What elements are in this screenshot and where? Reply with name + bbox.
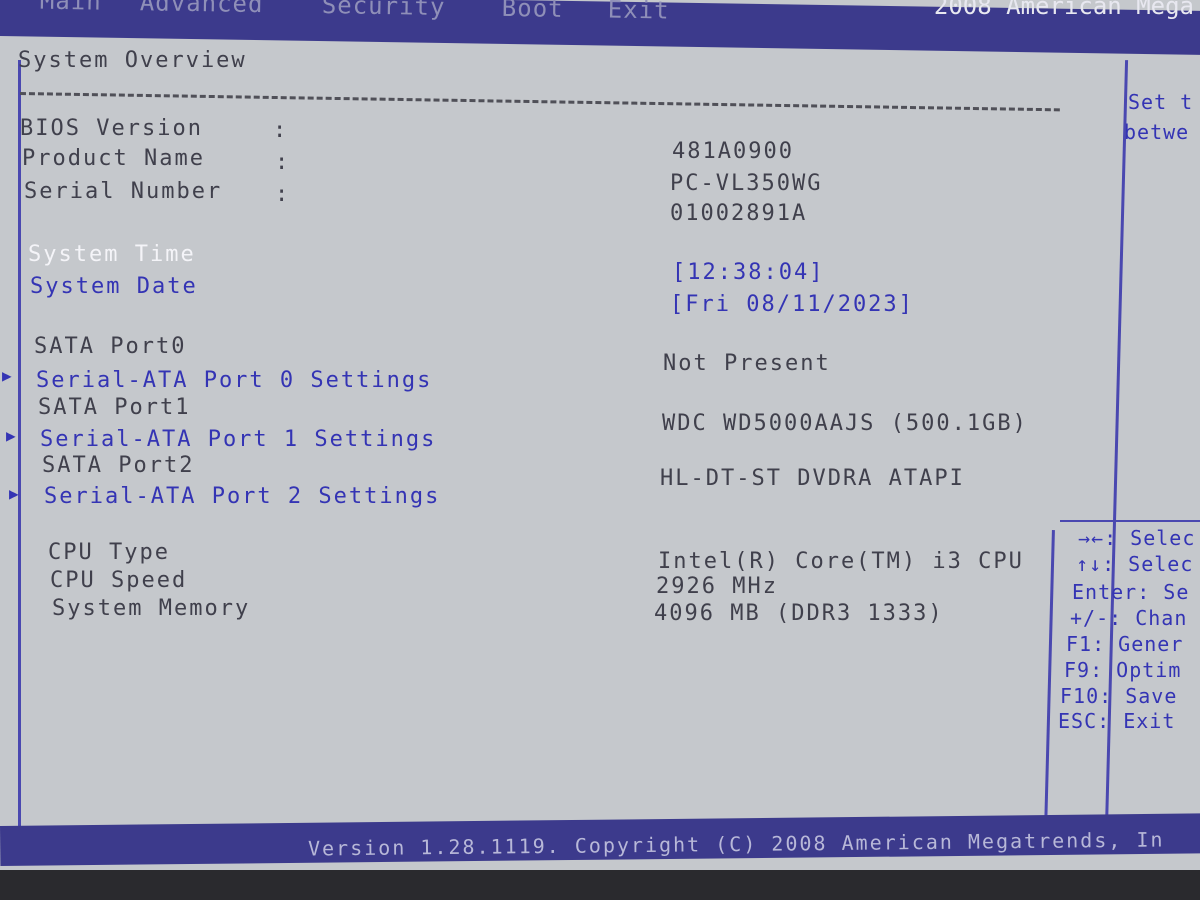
bios-version-sep: :: [273, 118, 289, 143]
submenu-arrow-icon: ▶: [2, 366, 12, 385]
sata-port0-label: SATA Port0: [34, 334, 187, 359]
tab-security[interactable]: Security: [322, 0, 446, 21]
bios-version-value: 481A0900: [672, 139, 794, 164]
help-key-plus-minus: +/-: Chan: [1070, 606, 1188, 630]
bios-version-label: BIOS Version: [20, 116, 203, 141]
system-memory-label: System Memory: [52, 596, 251, 621]
help-key-f10: F10: Save: [1060, 684, 1178, 708]
brand-text: 2008 American Mega: [933, 0, 1194, 20]
tab-boot[interactable]: Boot: [502, 0, 564, 23]
help-key-enter: Enter: Se: [1072, 580, 1190, 604]
sata-port2-value: HL-DT-ST DVDRA ATAPI: [660, 466, 965, 491]
section-title: System Overview: [18, 48, 247, 73]
help-text-line: Set t: [1128, 90, 1194, 114]
sata-port2-settings[interactable]: Serial-ATA Port 2 Settings: [44, 484, 440, 509]
system-date-value[interactable]: [Fri 08/11/2023]: [670, 292, 914, 317]
serial-number-label: Serial Number: [24, 179, 223, 204]
product-name-value: PC-VL350WG: [670, 171, 823, 196]
product-name-sep: :: [275, 150, 291, 175]
cpu-speed-label: CPU Speed: [50, 568, 188, 593]
system-memory-value: 4096 MB (DDR3 1333): [654, 601, 944, 626]
tab-exit[interactable]: Exit: [608, 0, 670, 25]
system-date-label[interactable]: System Date: [30, 274, 198, 299]
product-name-label: Product Name: [22, 146, 205, 171]
sata-port0-value: Not Present: [663, 351, 831, 376]
divider: [19, 92, 1060, 112]
sata-port1-value: WDC WD5000AAJS (500.1GB): [662, 411, 1028, 436]
serial-number-value: 01002891A: [670, 201, 808, 226]
sata-port1-settings[interactable]: Serial-ATA Port 1 Settings: [40, 427, 436, 452]
help-key-esc: ESC: Exit: [1058, 709, 1176, 733]
tab-advanced[interactable]: Advanced: [140, 0, 264, 18]
help-key-left-right: →←: Selec: [1078, 526, 1196, 550]
cpu-speed-value: 2926 MHz: [656, 574, 778, 599]
submenu-arrow-icon: ▶: [9, 484, 19, 503]
sata-port0-settings[interactable]: Serial-ATA Port 0 Settings: [36, 368, 432, 393]
help-key-f9: F9: Optim: [1064, 658, 1182, 682]
cpu-type-label: CPU Type: [48, 540, 170, 565]
bios-screen: Main Advanced Security Boot Exit 2008 Am…: [0, 0, 1200, 870]
panel-border: [18, 60, 21, 830]
cpu-type-value: Intel(R) Core(TM) i3 CPU: [658, 549, 1024, 574]
help-divider: [1060, 520, 1200, 522]
submenu-arrow-icon: ▶: [6, 426, 16, 445]
help-key-f1: F1: Gener: [1066, 632, 1184, 656]
help-key-up-down: ↑↓: Selec: [1076, 552, 1194, 576]
serial-number-sep: :: [275, 182, 291, 207]
help-panel-border-inner: [1044, 530, 1055, 830]
system-time-value[interactable]: [12:38:04]: [672, 260, 824, 285]
tab-main[interactable]: Main: [40, 0, 102, 16]
system-time-label[interactable]: System Time: [28, 242, 196, 267]
sata-port1-label: SATA Port1: [38, 395, 191, 420]
sata-port2-label: SATA Port2: [42, 453, 195, 478]
help-text-line: betwe: [1124, 120, 1190, 144]
